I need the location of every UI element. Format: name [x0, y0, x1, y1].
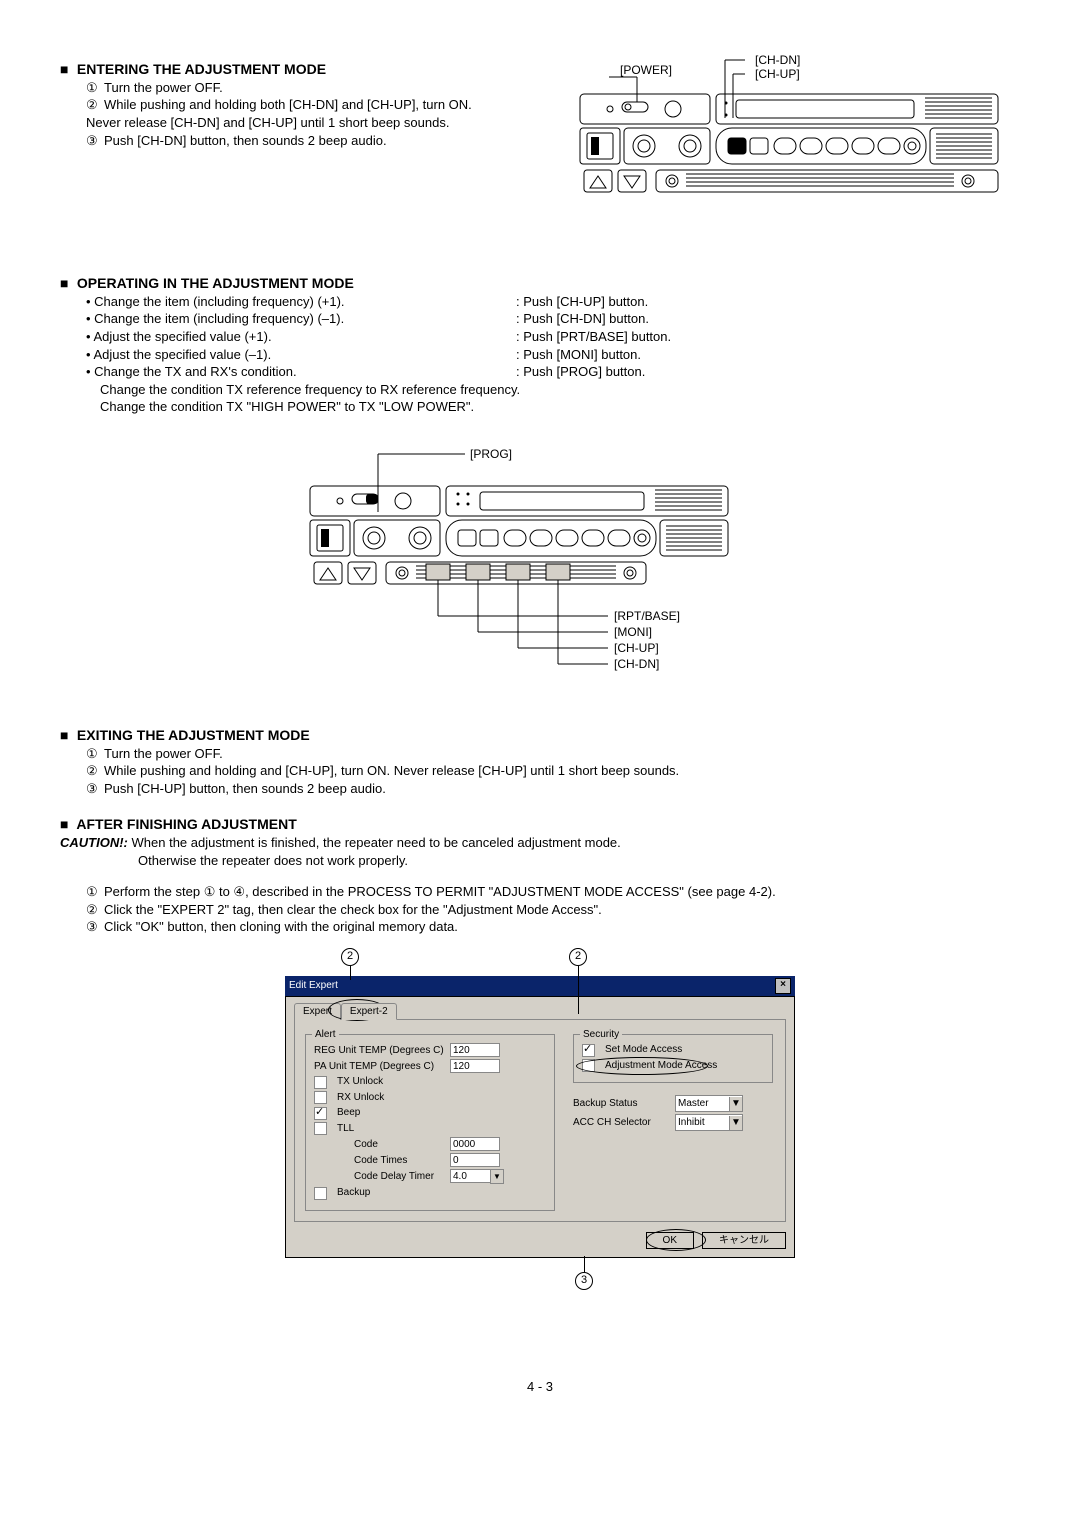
input-reg-temp[interactable] [450, 1043, 500, 1057]
edit-expert-dialog: 2 2 Edit Expert × Expert Expert-2 Alert … [285, 976, 795, 1259]
input-pa-temp[interactable] [450, 1059, 500, 1073]
label-chup: [CH-UP] [755, 67, 800, 81]
label-chup2: [CH-UP] [614, 641, 659, 655]
section-heading-after: AFTER FINISHING ADJUSTMENT [60, 815, 1020, 834]
label-code-delay: Code Delay Timer [354, 1170, 444, 1184]
section-heading-exiting: EXITING THE ADJUSTMENT MODE [60, 726, 1020, 745]
exit-step-2: ②While pushing and holding and [CH-UP], … [86, 762, 1020, 780]
device-diagram-mid: [PROG] [270, 446, 810, 696]
label-backup: Backup [337, 1186, 370, 1200]
label-chdn: [CH-DN] [755, 54, 800, 67]
label-set-mode: Set Mode Access [605, 1043, 682, 1057]
operating-table: • Change the item (including frequency) … [60, 293, 1020, 381]
exit-step-1: ①Turn the power OFF. [86, 745, 1020, 763]
chevron-down-icon[interactable]: ▼ [490, 1169, 504, 1184]
label-prog: [PROG] [470, 447, 512, 461]
after-step-3: ③Click "OK" button, then cloning with th… [86, 918, 1020, 936]
tab-expert-2[interactable]: Expert-2 [341, 1003, 397, 1021]
callout-2b: 2 [569, 948, 587, 966]
label-beep: Beep [337, 1106, 360, 1120]
label-moni: [MONI] [614, 625, 652, 639]
input-code[interactable] [450, 1137, 500, 1151]
group-alert: Alert [312, 1028, 339, 1042]
caution-line-1: CAUTION!: When the adjustment is finishe… [60, 834, 1020, 852]
section-heading-operating: OPERATING IN THE ADJUSTMENT MODE [60, 274, 1020, 293]
input-code-times[interactable] [450, 1153, 500, 1167]
label-code-times: Code Times [354, 1154, 444, 1168]
page-number: 4 - 3 [60, 1378, 1020, 1396]
checkbox-backup[interactable] [314, 1187, 327, 1200]
select-acc-ch[interactable]: Inhibit▼ [675, 1114, 743, 1131]
checkbox-tll[interactable] [314, 1122, 327, 1135]
cancel-button[interactable]: キャンセル [702, 1232, 786, 1250]
close-icon[interactable]: × [775, 978, 791, 994]
callout-3: 3 [575, 1272, 593, 1290]
operating-sub-1: Change the condition TX reference freque… [60, 381, 1020, 399]
step-1: ①Turn the power OFF. [86, 79, 490, 97]
caution-line-2: Otherwise the repeater does not work pro… [60, 852, 1020, 870]
section-heading-entering: ENTERING THE ADJUSTMENT MODE [60, 60, 490, 79]
checkbox-tx-unlock[interactable] [314, 1076, 327, 1089]
group-security: Security [580, 1028, 622, 1042]
select-backup-status[interactable]: Master▼ [675, 1095, 743, 1112]
label-rx-unlock: RX Unlock [337, 1091, 384, 1105]
label-pa-temp: PA Unit TEMP (Degrees C) [314, 1060, 444, 1074]
operating-sub-2: Change the condition TX "HIGH POWER" to … [60, 398, 1020, 416]
label-rptbase: [RPT/BASE] [614, 609, 680, 623]
label-power: [POWER] [620, 63, 672, 77]
step-2: ②While pushing and holding both [CH-DN] … [86, 96, 490, 131]
checkbox-set-mode[interactable] [582, 1044, 595, 1057]
after-step-2: ②Click the "EXPERT 2" tag, then clear th… [86, 901, 1020, 919]
checkbox-beep[interactable] [314, 1107, 327, 1120]
chevron-down-icon: ▼ [729, 1097, 742, 1111]
label-backup-status: Backup Status [573, 1097, 669, 1111]
exit-step-3: ③Push [CH-UP] button, then sounds 2 beep… [86, 780, 1020, 798]
label-reg-temp: REG Unit TEMP (Degrees C) [314, 1044, 444, 1058]
checkbox-adj-mode[interactable] [582, 1059, 595, 1072]
step-3: ③Push [CH-DN] button, then sounds 2 beep… [86, 132, 490, 150]
label-chdn2: [CH-DN] [614, 657, 659, 671]
tab-expert[interactable]: Expert [294, 1003, 341, 1021]
label-acc-ch: ACC CH Selector [573, 1116, 669, 1130]
after-step-1: ①Perform the step ① to ④, described in t… [86, 883, 1020, 901]
label-tx-unlock: TX Unlock [337, 1075, 383, 1089]
label-tll: TLL [337, 1122, 354, 1136]
device-diagram-top: [POWER] [CH-DN] [CH-UP] [540, 54, 1020, 194]
label-adj-mode: Adjustment Mode Access [605, 1059, 717, 1073]
label-code: Code [354, 1138, 444, 1152]
checkbox-rx-unlock[interactable] [314, 1091, 327, 1104]
ok-button[interactable]: OK [646, 1232, 694, 1250]
dialog-title: Edit Expert [289, 979, 338, 993]
chevron-down-icon: ▼ [729, 1116, 742, 1130]
input-code-delay[interactable] [450, 1169, 490, 1183]
callout-2a: 2 [341, 948, 359, 966]
